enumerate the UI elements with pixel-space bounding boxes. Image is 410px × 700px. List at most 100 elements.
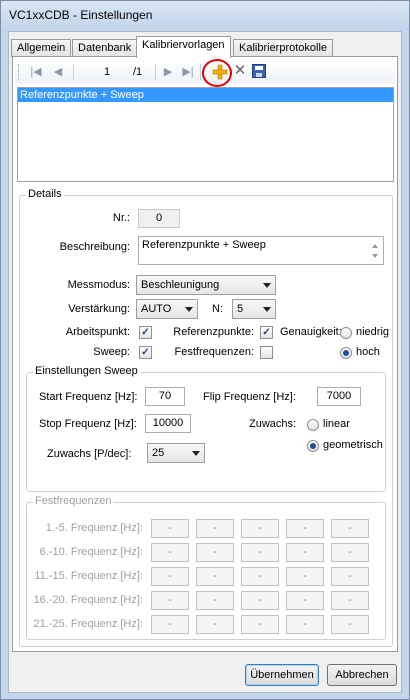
kalibriervorlagen-page: |◀ ◀ 1 /1 ▶ ▶| ✕ Referenzpunkte + Sweep …: [12, 56, 398, 652]
messmodus-label: Messmodus:: [67, 279, 130, 291]
chevron-down-icon: [263, 283, 271, 288]
delete-icon[interactable]: ✕: [232, 63, 248, 79]
zuwachs-pdec-dropdown[interactable]: 25: [147, 443, 205, 463]
flip-frequenz-field[interactable]: 7000: [317, 387, 361, 406]
beschreibung-value: Referenzpunkte + Sweep: [142, 239, 266, 251]
zuwachs-geometrisch-radio[interactable]: [307, 440, 319, 452]
festfrequenz-field: -: [331, 615, 369, 634]
festfrequenz-field: -: [196, 519, 234, 538]
n-dropdown[interactable]: 5: [232, 299, 276, 319]
festfrequenz-field: -: [241, 591, 279, 610]
start-frequenz-label: Start Frequenz [Hz]:: [39, 391, 138, 403]
referenzpunkte-checkbox[interactable]: ✓: [260, 326, 273, 339]
messmodus-dropdown[interactable]: Beschleunigung: [136, 275, 276, 295]
messmodus-value: Beschleunigung: [141, 279, 220, 291]
details-legend: Details: [26, 188, 64, 200]
festfrequenz-field: -: [241, 543, 279, 562]
tab-kalibrierprotokolle[interactable]: Kalibrierprotokolle: [233, 39, 334, 57]
stop-frequenz-field[interactable]: 10000: [145, 414, 191, 433]
festfrequenz-field: -: [331, 591, 369, 610]
sweep-legend: Einstellungen Sweep: [33, 365, 140, 377]
zuwachs-linear-label: linear: [323, 418, 350, 430]
first-record-icon[interactable]: |◀: [29, 64, 43, 80]
flip-frequenz-label: Flip Frequenz [Hz]:: [203, 391, 296, 403]
verstaerkung-dropdown[interactable]: AUTO: [136, 299, 198, 319]
template-list[interactable]: Referenzpunkte + Sweep: [17, 87, 394, 182]
window-title: VC1xxCDB - Einstellungen: [9, 8, 153, 22]
festfrequenz-field: -: [331, 519, 369, 538]
abbrechen-button[interactable]: Abbrechen: [327, 664, 397, 686]
festfrequenz-field: -: [196, 567, 234, 586]
zuwachs-linear-radio[interactable]: [307, 419, 319, 431]
save-icon[interactable]: [252, 64, 266, 78]
genauigkeit-niedrig-label: niedrig: [356, 326, 390, 338]
chevron-down-icon: [185, 307, 193, 312]
festfrequenz-field: -: [286, 615, 324, 634]
festfrequenz-field: -: [286, 543, 324, 562]
genauigkeit-hoch-radio[interactable]: [340, 347, 352, 359]
festfrequenz-field: -: [151, 567, 189, 586]
list-item[interactable]: Referenzpunkte + Sweep: [18, 88, 393, 102]
arbeitspunkt-checkbox[interactable]: ✓: [139, 326, 152, 339]
festfrequenz-row-label: 1.-5. Frequenz [Hz]:: [45, 522, 143, 534]
sweep-label: Sweep:: [93, 346, 130, 358]
record-position-field[interactable]: 1: [95, 64, 119, 80]
n-label: N:: [212, 303, 223, 315]
details-group: Details Nr.: 0 Beschreibung: Referenzpun…: [19, 188, 393, 647]
festfrequenz-field: -: [151, 591, 189, 610]
tab-datenbank[interactable]: Datenbank: [72, 39, 138, 57]
record-count: /1: [133, 66, 143, 78]
chevron-down-icon: [192, 451, 200, 456]
festfrequenzen-label: Festfrequenzen:: [174, 346, 255, 358]
festfrequenz-row-label: 16.-20. Frequenz [Hz]:: [33, 594, 143, 606]
genauigkeit-hoch-label: hoch: [356, 346, 380, 358]
festfrequenz-row-label: 21.-25. Frequenz [Hz]:: [33, 618, 143, 630]
start-frequenz-field[interactable]: 70: [145, 387, 185, 406]
referenzpunkte-label: Referenzpunkte:: [173, 326, 254, 338]
n-value: 5: [237, 303, 244, 315]
zuwachs-pdec-value: 25: [152, 447, 165, 459]
festfrequenz-field: -: [196, 543, 234, 562]
toolbar-separator: [200, 64, 201, 80]
tab-allgemein[interactable]: Allgemein: [11, 39, 72, 57]
arbeitspunkt-label: Arbeitspunkt:: [65, 326, 130, 338]
sweep-group: Einstellungen Sweep Start Frequenz [Hz]:…: [26, 365, 386, 492]
toolbar-separator: [155, 64, 156, 80]
nr-field[interactable]: 0: [138, 209, 180, 228]
stop-frequenz-label: Stop Frequenz [Hz]:: [39, 418, 137, 430]
window-client-area: Allgemein Datenbank Kalibriervorlagen Ka…: [8, 31, 402, 693]
tab-strip: Allgemein Datenbank Kalibriervorlagen Ka…: [9, 36, 401, 58]
festfrequenz-field: -: [196, 591, 234, 610]
zuwachs-label: Zuwachs:: [249, 418, 297, 430]
festfrequenz-field: -: [286, 519, 324, 538]
title-bar[interactable]: VC1xxCDB - Einstellungen: [1, 1, 409, 31]
festfrequenz-field: -: [286, 591, 324, 610]
festfrequenz-field: -: [151, 543, 189, 562]
toolbar-grip[interactable]: [18, 64, 20, 80]
tab-kalibriervorlagen[interactable]: Kalibriervorlagen: [136, 36, 231, 58]
verstaerkung-value: AUTO: [141, 303, 172, 315]
nr-label: Nr.:: [112, 212, 130, 224]
festfrequenzen-legend: Festfrequenzen: [33, 495, 114, 507]
beschreibung-label: Beschreibung:: [59, 241, 130, 253]
verstaerkung-label: Verstärkung:: [68, 303, 130, 315]
beschreibung-field[interactable]: Referenzpunkte + Sweep: [138, 236, 384, 265]
chevron-down-icon: [263, 307, 271, 312]
previous-record-icon[interactable]: ◀: [51, 64, 65, 80]
festfrequenzen-checkbox[interactable]: [260, 346, 273, 359]
festfrequenzen-group: Festfrequenzen 1.-5. Frequenz [Hz]: - - - - -…: [26, 495, 386, 640]
next-record-icon[interactable]: ▶: [161, 64, 175, 80]
zuwachs-geometrisch-label: geometrisch: [323, 439, 383, 451]
genauigkeit-label: Genauigkeit:: [280, 326, 342, 338]
beschreibung-scrollbar[interactable]: [370, 238, 382, 264]
uebernehmen-button[interactable]: Übernehmen: [245, 664, 319, 686]
navigator-toolbar: |◀ ◀ 1 /1 ▶ ▶| ✕: [15, 59, 395, 87]
highlight-circle: [202, 59, 232, 87]
festfrequenz-field: -: [151, 519, 189, 538]
last-record-icon[interactable]: ▶|: [181, 64, 195, 80]
zuwachs-pdec-label: Zuwachs [P/dec]:: [47, 448, 132, 460]
genauigkeit-niedrig-radio[interactable]: [340, 327, 352, 339]
festfrequenz-row-label: 11.-15. Frequenz [Hz]:: [34, 570, 143, 582]
sweep-checkbox[interactable]: ✓: [139, 346, 152, 359]
festfrequenz-row-label: 6.-10. Frequenz [Hz]:: [39, 546, 143, 558]
